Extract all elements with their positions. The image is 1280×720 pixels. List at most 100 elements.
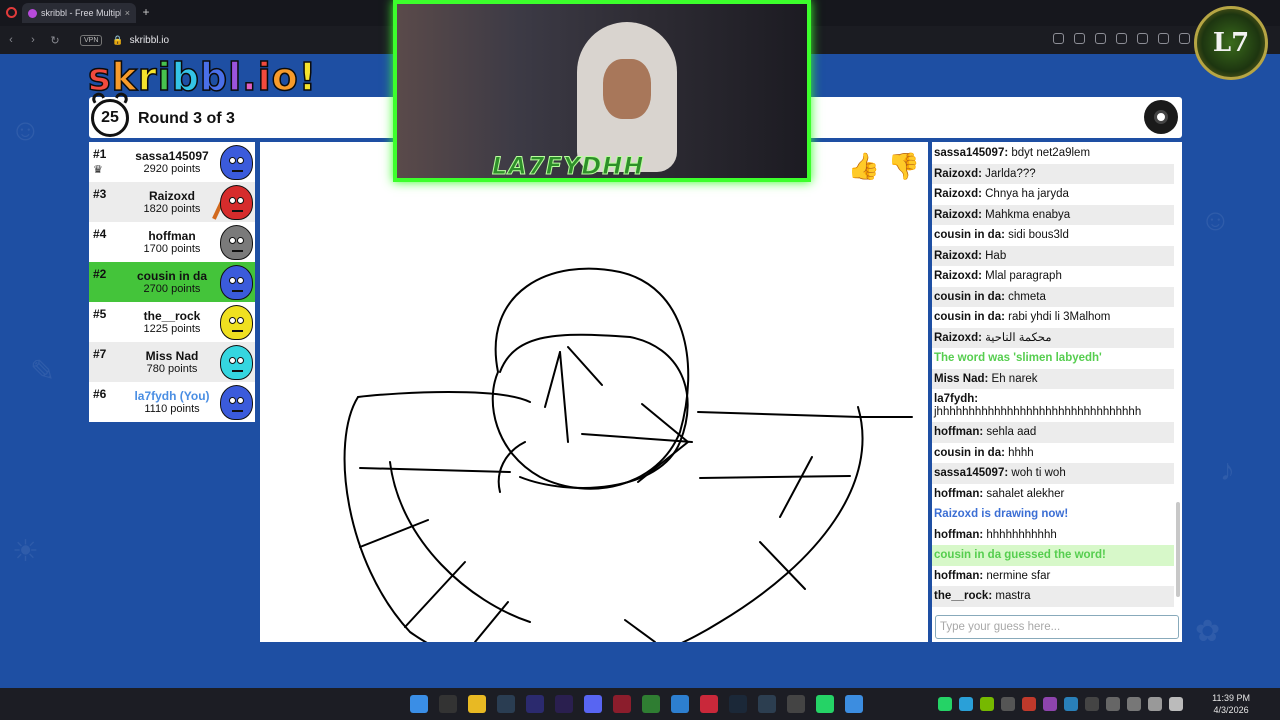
valorant-icon[interactable] — [613, 695, 631, 713]
chat-message: hoffman: sahalet alekher — [932, 484, 1174, 505]
thumbs-up-icon[interactable]: 👍 — [846, 148, 882, 184]
tray-icon[interactable] — [1001, 697, 1015, 711]
timer-value: 25 — [91, 99, 129, 137]
search-icon[interactable] — [1053, 33, 1064, 44]
tray-icon[interactable] — [1043, 697, 1057, 711]
app-icon[interactable] — [758, 695, 776, 713]
chat-scrollbar[interactable] — [1176, 502, 1180, 597]
player-row[interactable]: #4 hoffman 1700 points — [89, 222, 255, 262]
chat-message: the__rock: mastra — [932, 586, 1174, 607]
player-name: sassa145097 — [135, 149, 209, 163]
tab-close-icon[interactable]: × — [125, 8, 130, 18]
chat-username: hoffman: — [934, 426, 984, 438]
chat-message: Raizoxd: Chnya ha jaryda — [932, 184, 1174, 205]
chat-text: rabi yhdi li 3Malhom — [1008, 311, 1111, 323]
clock[interactable]: 11:39 PM 4/3/2026 — [1212, 692, 1250, 716]
drawing-canvas[interactable]: 👍 👎 — [260, 142, 928, 642]
tray-icon[interactable] — [1085, 697, 1099, 711]
obs-icon[interactable] — [787, 695, 805, 713]
drawing-stroke — [359, 467, 511, 473]
edit-icon[interactable] — [1074, 33, 1085, 44]
player-avatar — [220, 385, 253, 420]
reload-icon[interactable]: ↻ — [44, 34, 66, 47]
discord-icon[interactable] — [584, 695, 602, 713]
player-avatar — [220, 305, 253, 340]
player-row[interactable]: #1 ♛ sassa145097 2920 points — [89, 142, 255, 182]
chat-message: Raizoxd: Mahkma enabya — [932, 204, 1174, 225]
chat-text: Jarlda??? — [985, 167, 1036, 180]
drawing-stroke — [567, 346, 603, 386]
xbox-icon[interactable] — [642, 695, 660, 713]
doodle-icon: ☺ — [1200, 204, 1231, 237]
player-points: 780 points — [146, 363, 198, 375]
player-rank: #5 — [93, 307, 107, 321]
send-icon[interactable] — [1158, 33, 1169, 44]
player-avatar — [220, 345, 253, 380]
shield-icon[interactable] — [1116, 33, 1127, 44]
chat-system-text: The word was 'slimen labyedh' — [934, 352, 1102, 364]
player-row[interactable]: #5 the__rock 1225 points — [89, 302, 255, 342]
player-name: la7fydh (You) — [134, 389, 210, 403]
player-avatar — [220, 225, 253, 260]
back-icon[interactable]: ‹ — [0, 34, 22, 46]
camera-icon[interactable] — [1095, 33, 1106, 44]
whatsapp-tray-icon[interactable] — [938, 697, 952, 711]
windows-start-icon[interactable] — [410, 695, 428, 713]
player-row[interactable]: #2 cousin in da 2700 points — [89, 262, 255, 302]
doodle-icon: ☀ — [12, 535, 39, 568]
file-explorer-icon[interactable] — [468, 695, 486, 713]
guess-input[interactable] — [935, 615, 1179, 639]
drawing-stroke — [779, 456, 813, 518]
lightroom-icon[interactable] — [497, 695, 515, 713]
chat-text: sidi bous3ld — [1008, 229, 1069, 241]
tray-icon[interactable] — [1127, 697, 1141, 711]
chat-text: Mahkma enabya — [985, 208, 1071, 221]
settings-gear-icon[interactable] — [1144, 100, 1178, 134]
lock-icon[interactable]: 🔒 — [112, 35, 123, 46]
player-name: hoffman — [148, 229, 196, 243]
player-row[interactable]: #7 Miss Nad 780 points — [89, 342, 255, 382]
chat-message: cousin in da guessed the word! — [932, 545, 1174, 566]
vpn-icon[interactable] — [1137, 33, 1148, 44]
opera-menu-icon[interactable] — [6, 7, 17, 18]
browser-icon[interactable] — [671, 695, 689, 713]
new-tab-button[interactable]: + — [140, 6, 152, 18]
system-tray — [938, 697, 1183, 711]
thumbs-down-icon[interactable]: 👎 — [886, 148, 922, 184]
chat-text: sahalet alekher — [986, 487, 1065, 500]
clock-date: 4/3/2026 — [1213, 705, 1249, 715]
tray-icon[interactable] — [1022, 697, 1036, 711]
opera-icon[interactable] — [700, 695, 718, 713]
browser-tab[interactable]: skribbl - Free Multiplayer × — [22, 3, 136, 23]
epic-games-icon[interactable] — [439, 695, 457, 713]
heart-icon[interactable] — [1179, 33, 1190, 44]
drawing-stroke — [559, 351, 569, 443]
premiere-icon[interactable] — [555, 695, 573, 713]
telegram-tray-icon[interactable] — [959, 697, 973, 711]
player-name: Miss Nad — [145, 349, 199, 363]
skribbl-logo[interactable]: s k r i b b l. i o! — [87, 54, 317, 97]
whatsapp-icon[interactable] — [816, 695, 834, 713]
player-row[interactable]: #3 Raizoxd 1820 points — [89, 182, 255, 222]
chat-text: hhhh — [1008, 446, 1034, 459]
tray-icon[interactable] — [1106, 697, 1120, 711]
tray-icon[interactable] — [1064, 697, 1078, 711]
chat-text: sehla aad — [986, 426, 1037, 438]
player-rank: #2 — [93, 267, 107, 281]
player-avatar — [220, 265, 253, 300]
notepad-icon[interactable] — [845, 695, 863, 713]
steam-icon[interactable] — [729, 695, 747, 713]
player-rank: #6 — [93, 387, 107, 401]
chat-log[interactable]: sassa145097: bdyt net2a9lem Raizoxd: Jarl… — [932, 143, 1174, 607]
drawing-stroke — [491, 267, 690, 490]
vpn-badge[interactable]: VPN — [80, 34, 103, 46]
url-field[interactable]: skribbl.io — [130, 35, 169, 46]
player-row[interactable]: #6 la7fydh (You) 1110 points — [89, 382, 255, 422]
nvidia-tray-icon[interactable] — [980, 697, 994, 711]
forward-icon[interactable]: › — [22, 34, 44, 46]
volume-icon[interactable] — [1169, 697, 1183, 711]
chat-text: Hab — [985, 249, 1007, 262]
microphone-icon[interactable] — [1148, 697, 1162, 711]
after-effects-icon[interactable] — [526, 695, 544, 713]
doodle-icon: ♪ — [1220, 454, 1235, 487]
